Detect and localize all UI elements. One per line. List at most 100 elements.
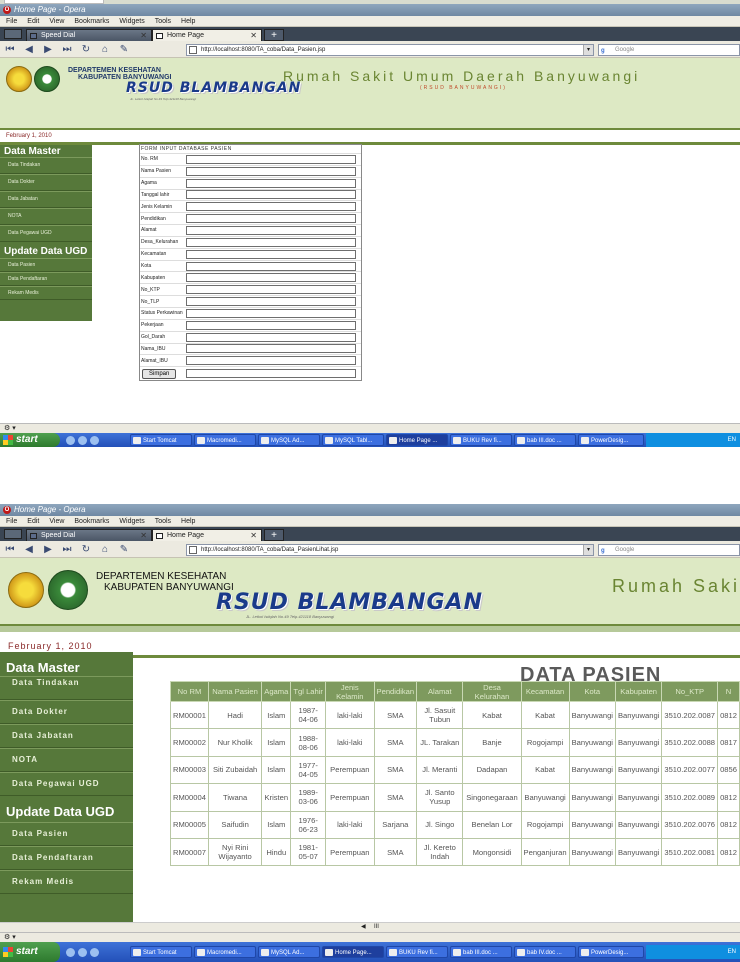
menu-view[interactable]: View (49, 16, 64, 26)
field-input[interactable] (186, 166, 356, 176)
forward-icon[interactable]: ▶ (42, 543, 54, 556)
sidebar-item-data-pendaftaran[interactable]: Data Pendaftaran (0, 846, 133, 870)
sidebar-item-data-pendaftaran[interactable]: Data Pendaftaran (0, 272, 92, 286)
menu-tools[interactable]: Tools (155, 516, 171, 526)
sidebar-item-data-dokter[interactable]: Data Dokter (0, 174, 92, 191)
field-input[interactable] (186, 214, 356, 224)
menu-file[interactable]: File (6, 516, 17, 526)
menu-widgets[interactable]: Widgets (119, 516, 144, 526)
menu-bookmarks[interactable]: Bookmarks (74, 516, 109, 526)
taskbar-item[interactable]: PowerDesig... (578, 434, 644, 446)
address-bar[interactable]: http://localhost:8080/TA_coba/Data_Pasie… (186, 544, 594, 556)
quick-launch-icon[interactable] (66, 947, 75, 957)
tab-speed-dial[interactable]: Speed Dial ✕ (26, 529, 152, 541)
field-input[interactable] (186, 320, 356, 330)
rewind-icon[interactable]: ⏮ (4, 43, 16, 56)
taskbar-item[interactable]: bab IV.doc ... (514, 946, 576, 958)
taskbar-item[interactable]: MySQL Ad... (258, 946, 320, 958)
menu-tools[interactable]: Tools (155, 16, 171, 26)
menu-view[interactable]: View (49, 516, 64, 526)
tab-home-page[interactable]: Home Page ✕ (152, 29, 262, 41)
menu-edit[interactable]: Edit (27, 516, 39, 526)
field-input[interactable] (186, 285, 356, 295)
security-icon[interactable]: ✎ (118, 43, 130, 56)
menu-widgets[interactable]: Widgets (119, 16, 144, 26)
extra-input[interactable] (186, 369, 357, 379)
simpan-button[interactable]: Simpan (142, 368, 177, 379)
address-bar[interactable]: http://localhost:8080/TA_coba/Data_Pasie… (186, 44, 594, 56)
quick-launch-icon[interactable] (66, 435, 75, 445)
sidebar-item-nota[interactable]: NOTA (0, 748, 133, 772)
field-input[interactable] (186, 237, 356, 247)
field-input[interactable] (186, 297, 356, 307)
taskbar-item[interactable]: Home Page... (322, 946, 384, 958)
taskbar-item[interactable]: Macromedi... (194, 434, 256, 446)
sidebar-item-data-tindakan[interactable]: Data Tindakan (0, 157, 92, 174)
field-input[interactable] (186, 344, 356, 354)
menu-edit[interactable]: Edit (27, 16, 39, 26)
reload-icon[interactable]: ↻ (80, 43, 92, 56)
taskbar-item[interactable]: Start Tomcat (130, 434, 192, 446)
sidebar-item-rekam-medis[interactable]: Rekam Medis (0, 870, 133, 894)
field-input[interactable] (186, 356, 356, 366)
sidebar-item-rekam-medis[interactable]: Rekam Medis (0, 286, 92, 300)
menu-bookmarks[interactable]: Bookmarks (74, 16, 109, 26)
home-icon[interactable]: ⌂ (99, 43, 111, 56)
home-icon[interactable]: ⌂ (99, 543, 111, 556)
sidebar-item-data-pegawai-ugd[interactable]: Data Pegawai UGD (0, 225, 92, 242)
taskbar-item[interactable]: MySQL Ad... (258, 434, 320, 446)
taskbar-item[interactable]: bab III.doc ... (450, 946, 512, 958)
tab-home-page[interactable]: Home Page ✕ (152, 529, 262, 541)
chevron-down-icon[interactable]: ▾ (583, 45, 593, 55)
taskbar-item[interactable]: Start Tomcat (130, 946, 192, 958)
field-input[interactable] (186, 154, 356, 164)
taskbar-item[interactable]: MySQL Tabl... (322, 434, 384, 446)
sidebar-item-data-pasien[interactable]: Data Pasien (0, 258, 92, 272)
new-tab-button[interactable]: + (264, 29, 284, 41)
start-button[interactable]: start (0, 433, 60, 447)
chevron-down-icon[interactable]: ▾ (583, 545, 593, 555)
new-tab-button[interactable]: + (264, 529, 284, 541)
fast-forward-icon[interactable]: ⏭ (61, 43, 73, 56)
sidebar-item-data-dokter[interactable]: Data Dokter (0, 700, 133, 724)
sidebar-item-data-jabatan[interactable]: Data Jabatan (0, 724, 133, 748)
field-input[interactable] (186, 225, 356, 235)
quick-launch-icon[interactable] (90, 947, 99, 957)
quick-launch-icon[interactable] (78, 947, 87, 957)
sidebar-item-data-jabatan[interactable]: Data Jabatan (0, 191, 92, 208)
search-input[interactable]: g Google (598, 544, 740, 556)
quick-launch-icon[interactable] (78, 435, 87, 445)
field-input[interactable] (186, 261, 356, 271)
menu-file[interactable]: File (6, 16, 17, 26)
sidebar-item-nota[interactable]: NOTA (0, 208, 92, 225)
menu-help[interactable]: Help (181, 16, 195, 26)
field-input[interactable] (186, 308, 356, 318)
sidebar-item-data-pasien[interactable]: Data Pasien (0, 822, 133, 846)
rewind-icon[interactable]: ⏮ (4, 543, 16, 556)
taskbar-item[interactable]: bab III.doc ... (514, 434, 576, 446)
status-icon[interactable]: ⚙ ▾ (4, 934, 16, 941)
panel-toggle-button[interactable] (4, 29, 22, 39)
search-input[interactable]: g Google (598, 44, 740, 56)
quick-launch-icon[interactable] (90, 435, 99, 445)
taskbar-item[interactable]: BUKU Rev fi... (386, 946, 448, 958)
taskbar-item[interactable]: Home Page ... (386, 434, 448, 446)
tab-speed-dial[interactable]: Speed Dial ✕ (26, 29, 152, 41)
forward-icon[interactable]: ▶ (42, 43, 54, 56)
field-input[interactable] (186, 190, 356, 200)
field-input[interactable] (186, 249, 356, 259)
taskbar-item[interactable]: BUKU Rev fi... (450, 434, 512, 446)
fast-forward-icon[interactable]: ⏭ (61, 543, 73, 556)
security-icon[interactable]: ✎ (118, 543, 130, 556)
start-button[interactable]: start (0, 942, 60, 962)
menu-help[interactable]: Help (181, 516, 195, 526)
status-icon[interactable]: ⚙ ▾ (4, 425, 16, 432)
field-input[interactable] (186, 202, 356, 212)
reload-icon[interactable]: ↻ (80, 543, 92, 556)
field-input[interactable] (186, 332, 356, 342)
taskbar-item[interactable]: PowerDesig... (578, 946, 644, 958)
back-icon[interactable]: ◀ (23, 43, 35, 56)
back-icon[interactable]: ◀ (23, 543, 35, 556)
panel-toggle-button[interactable] (4, 529, 22, 539)
field-input[interactable] (186, 178, 356, 188)
